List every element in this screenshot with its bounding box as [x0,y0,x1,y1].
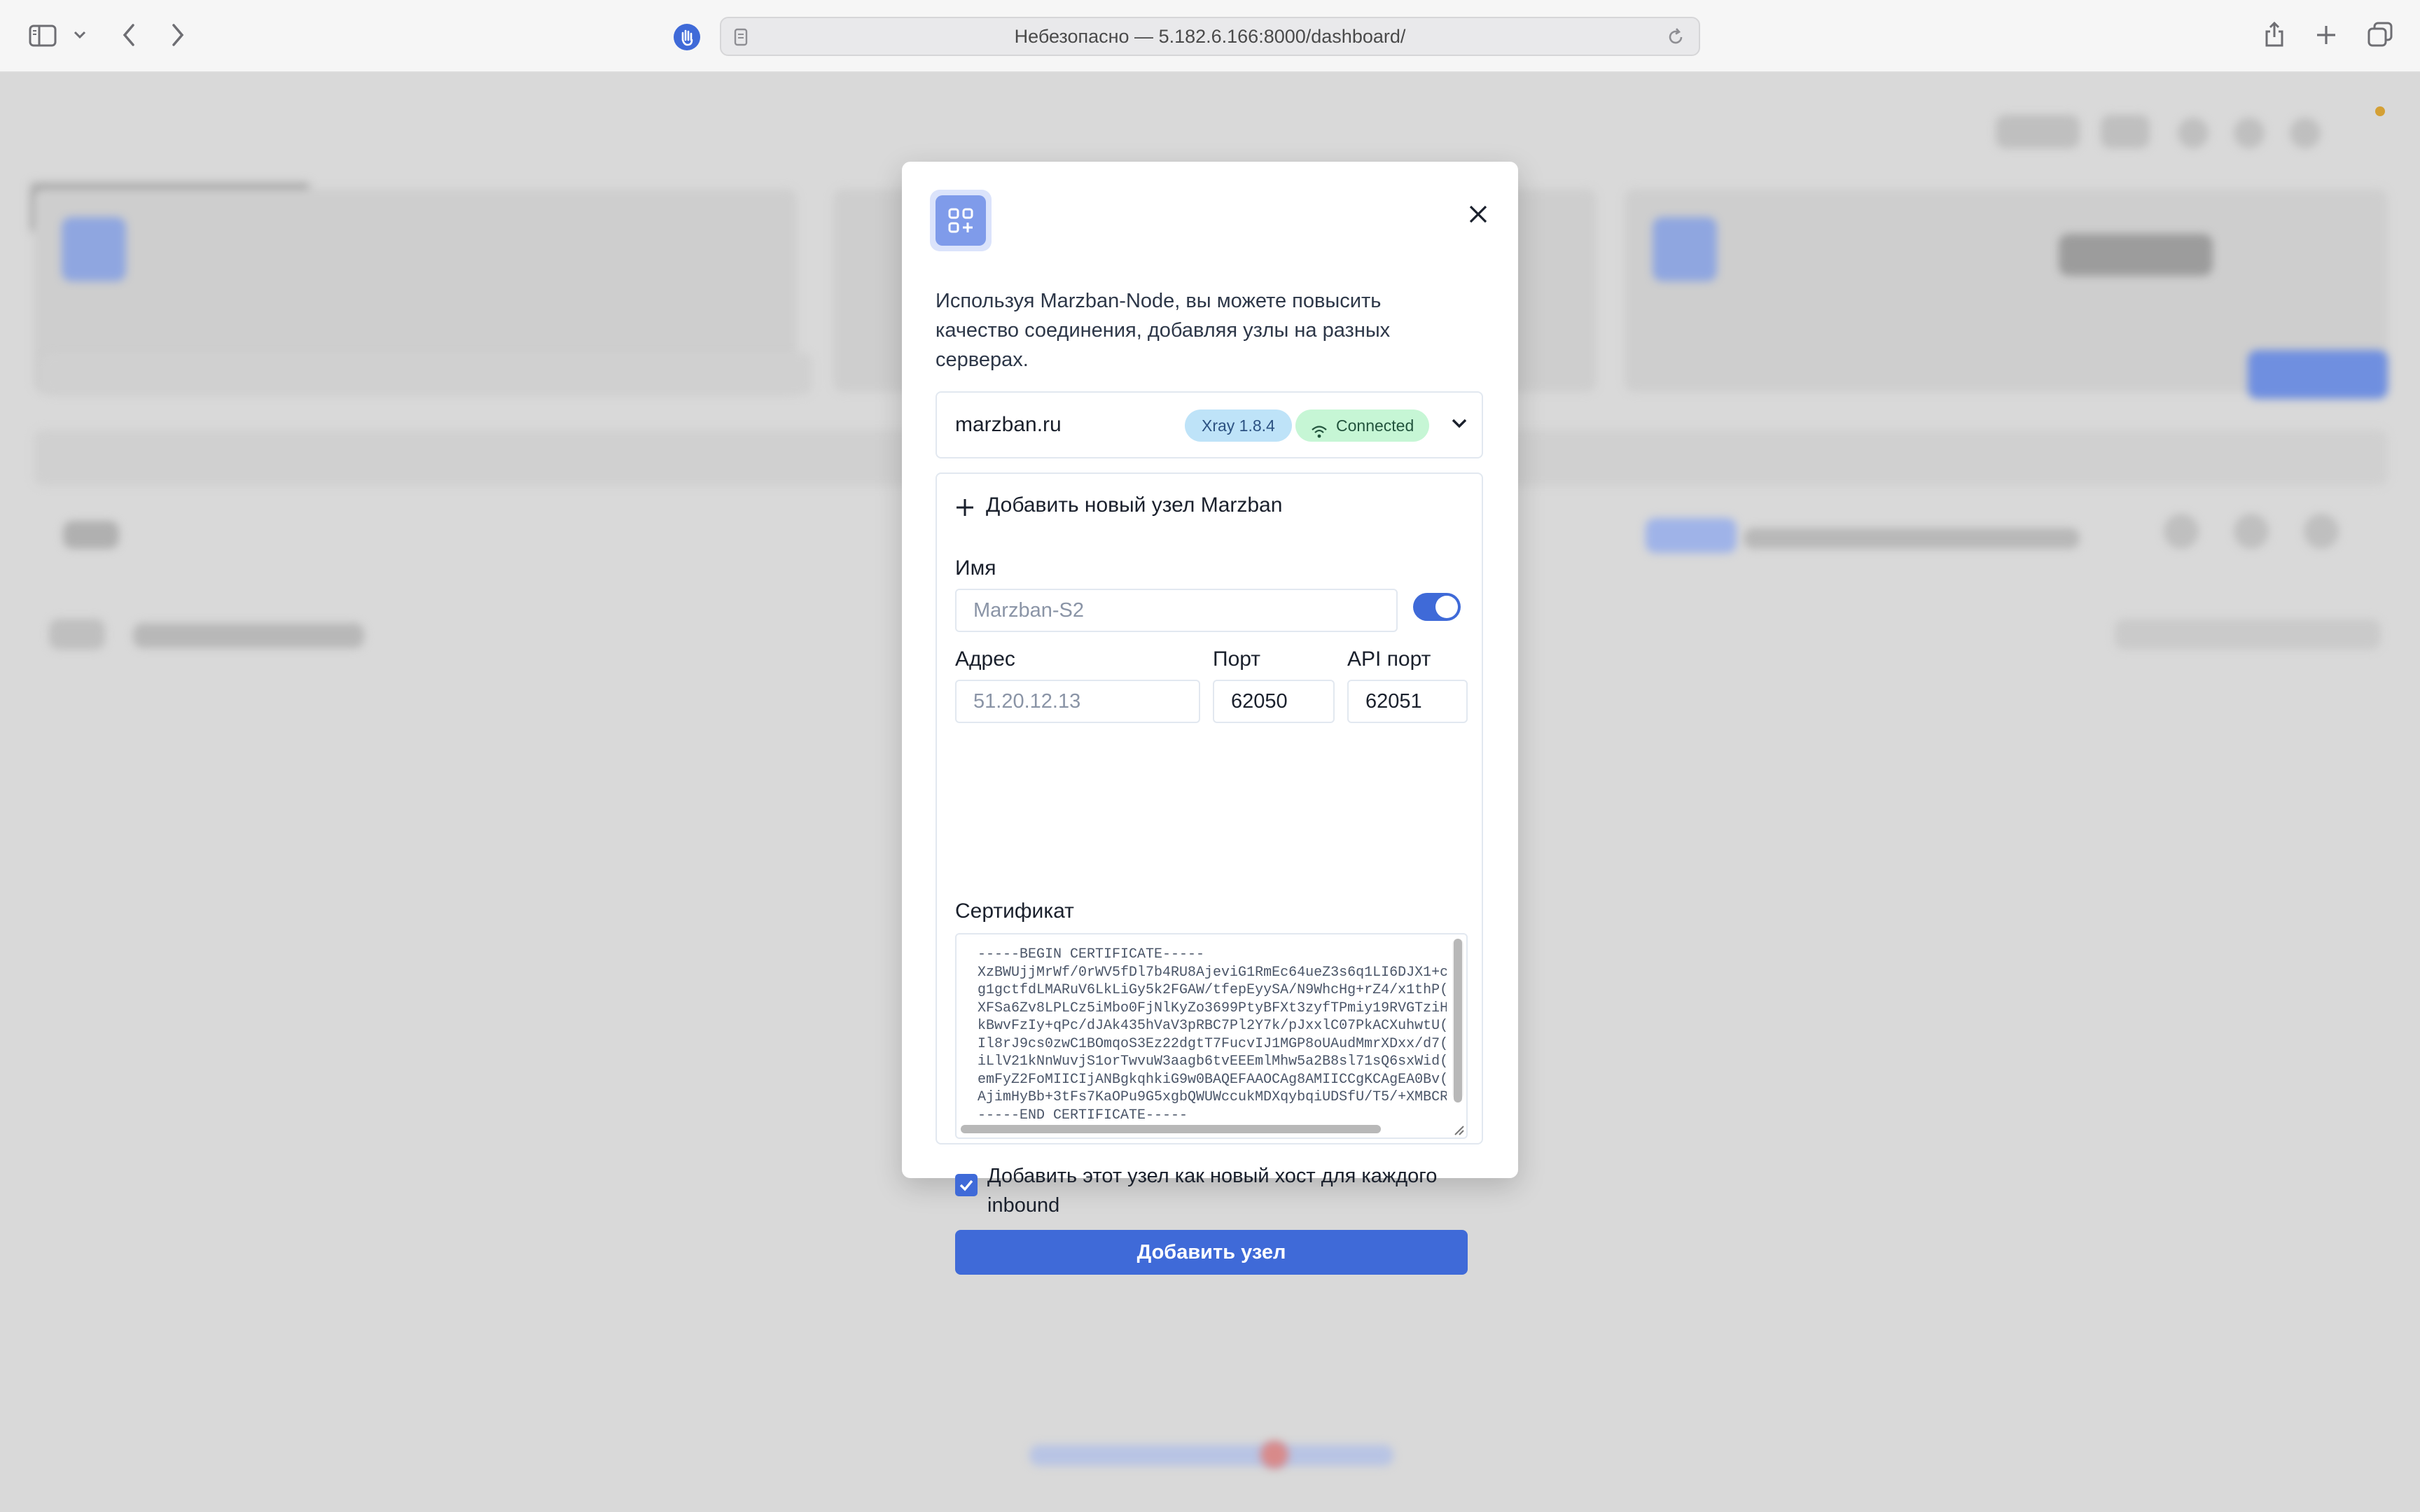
table-cell-blur [1744,528,2080,549]
pagination-controls-blur [2115,619,2381,650]
close-icon[interactable] [1462,198,1494,230]
sidebar-toggle-icon[interactable] [27,21,59,50]
forward-arrow-icon[interactable] [165,20,190,50]
header-control-blur [2290,118,2321,148]
pagination-blur [49,619,105,650]
wifi-icon [1311,418,1328,450]
resize-handle-icon[interactable] [1451,1122,1465,1136]
back-arrow-icon[interactable] [116,20,141,50]
add-node-form: Добавить новый узел Marzban Имя Адрес По… [936,472,1483,1275]
vertical-scrollbar[interactable] [1452,939,1463,1102]
notification-dot [2375,106,2385,116]
stat-value-blur [2059,234,2213,276]
plus-icon [955,496,975,526]
port-input[interactable] [1213,680,1335,723]
header-control-blur [2178,118,2209,148]
row-action-blur [2164,514,2199,549]
tab-overview-icon[interactable] [2365,20,2395,49]
status-badge: Connected [1295,410,1430,442]
certificate-label: Сертификат [955,899,1074,923]
name-input[interactable] [955,589,1398,632]
add-node-title: Добавить новый узел Marzban [955,491,1282,520]
certificate-textarea[interactable]: -----BEGIN CERTIFICATE----- XzBWUjjMrWf/… [955,933,1468,1139]
stat-icon-blur [62,217,126,281]
table-cell-blur [63,521,119,549]
table-badge-blur [1646,518,1737,553]
footer-heart-blur [1260,1441,1288,1469]
certificate-text: -----BEGIN CERTIFICATE----- XzBWUjjMrWf/… [978,946,1447,1119]
chevron-down-icon[interactable] [1449,414,1469,437]
xray-version-badge: Xray 1.8.4 [1185,410,1292,442]
stat-icon-blur [1653,217,1717,281]
footer-blur [1029,1445,1393,1466]
new-tab-icon[interactable] [2312,21,2340,49]
add-as-host-label: Добавить этот узел как новый хост для ка… [987,1165,1438,1217]
reload-icon[interactable] [1664,25,1688,49]
node-name: marzban.ru [955,413,1062,436]
modal-description: Используя Marzban-Node, вы можете повыси… [936,290,1391,371]
name-label: Имя [955,556,996,580]
header-control-blur [2101,115,2150,148]
share-icon[interactable] [2260,18,2288,50]
horizontal-scrollbar[interactable] [961,1124,1444,1135]
nodes-icon [930,190,992,251]
search-bar-blur [42,353,812,395]
browser-toolbar: Небезопасно — 5.182.6.166:8000/dashboard… [0,0,2420,73]
add-node-title-text: Добавить новый узел Marzban [986,493,1283,517]
add-node-modal: Используя Marzban-Node, вы можете повыси… [902,162,1518,1275]
status-text: Connected [1336,416,1414,435]
address-text: Небезопасно — 5.182.6.166:8000/dashboard… [1014,26,1406,47]
privacy-hand-icon[interactable] [671,21,703,53]
chevron-down-icon[interactable] [70,25,90,45]
api-port-label: API порт [1347,648,1431,671]
node-enabled-toggle[interactable] [1413,593,1461,621]
add-node-button[interactable]: Добавить узел [955,1230,1468,1275]
address-bar[interactable]: Небезопасно — 5.182.6.166:8000/dashboard… [720,17,1700,56]
api-port-input[interactable] [1347,680,1468,723]
create-button-blur [2248,350,2388,399]
pagination-text-blur [133,623,364,648]
address-input[interactable] [955,680,1200,723]
header-control-blur [1996,115,2080,148]
add-as-host-checkbox[interactable] [955,1174,978,1196]
row-action-blur [2304,514,2339,549]
node-item[interactable]: marzban.ru Xray 1.8.4 Connected [936,391,1483,458]
row-action-blur [2234,514,2269,549]
port-label: Порт [1213,648,1261,671]
address-label: Адрес [955,648,1015,671]
header-control-blur [2234,118,2265,148]
